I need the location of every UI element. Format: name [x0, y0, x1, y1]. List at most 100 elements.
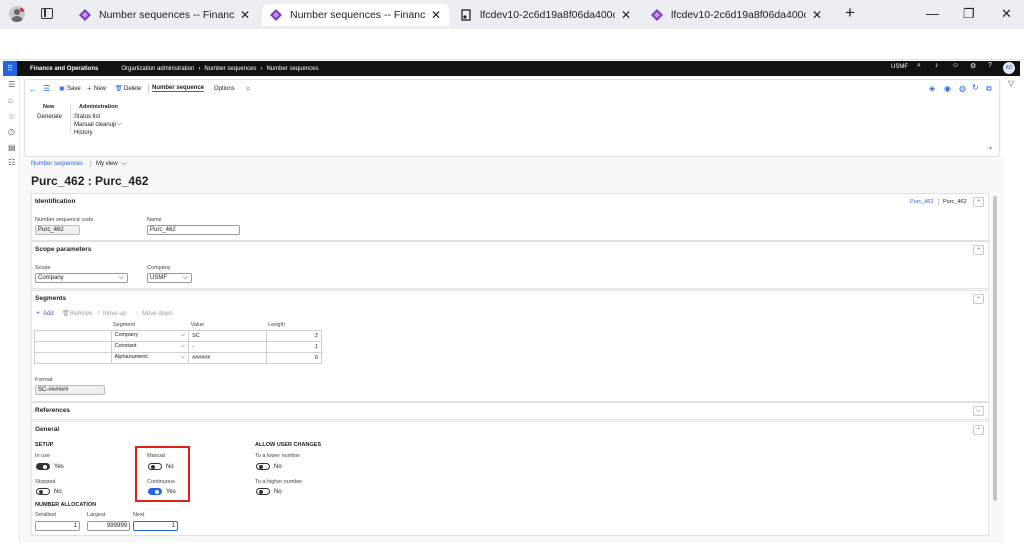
workspace-icon[interactable]: ▤	[8, 143, 16, 152]
largest-field[interactable]: 999999	[87, 521, 130, 531]
value-cell[interactable]: SC	[188, 329, 267, 342]
page-breadcrumb-link[interactable]: Number sequences	[31, 161, 83, 167]
value-cell[interactable]: ######	[188, 351, 267, 364]
column-header-segment[interactable]: Segment	[111, 321, 189, 330]
column-header-value[interactable]: Value	[189, 321, 267, 330]
tab-options[interactable]: Options	[214, 86, 235, 92]
collapse-section-button[interactable]: ⌃	[973, 425, 984, 435]
stopped-toggle[interactable]	[36, 488, 50, 495]
arrow-up-icon[interactable]: ↑	[97, 310, 100, 316]
expand-section-button[interactable]: ⌵	[973, 406, 984, 416]
close-tab-icon[interactable]: ✕	[431, 8, 441, 22]
remove-segment-button[interactable]: Remove	[70, 311, 92, 317]
segment-cell[interactable]: Company ⌵	[110, 329, 190, 342]
browser-tab-active[interactable]: Number sequences -- Finance and Operatio…	[262, 4, 449, 26]
save-icon[interactable]: ▣	[59, 85, 65, 92]
length-cell[interactable]: 2	[265, 329, 323, 342]
minimize-button[interactable]: —	[926, 6, 939, 21]
browser-tab[interactable]: Number sequences -- Finance and Operatio…	[71, 4, 258, 26]
add-icon[interactable]: +	[36, 310, 40, 317]
search-icon[interactable]: ⌕	[246, 84, 250, 94]
tab-number-sequence[interactable]: Number sequence	[152, 85, 205, 92]
open-new-window-icon[interactable]: ⧉	[986, 84, 992, 94]
app-launcher-icon[interactable]: ⠿	[3, 61, 17, 76]
row-selector[interactable]	[34, 329, 112, 342]
close-tab-icon[interactable]: ✕	[812, 8, 822, 22]
segment-cell[interactable]: Alphanumeric ⌵	[110, 351, 190, 364]
breadcrumb-item[interactable]: Number sequences	[204, 66, 256, 72]
chevron-down-icon[interactable]: ⌵	[181, 343, 185, 350]
add-segment-button[interactable]: Add	[43, 311, 54, 317]
trash-icon[interactable]: 🗑	[115, 85, 123, 92]
breadcrumb-item[interactable]: Organization administration	[121, 66, 194, 72]
history-button[interactable]: History	[74, 130, 93, 136]
search-icon[interactable]: ⌕	[917, 62, 921, 70]
new-tab-button[interactable]: +	[845, 3, 855, 23]
scope-dropdown[interactable]: Company	[35, 273, 128, 283]
move-down-button[interactable]: Move down	[142, 311, 173, 317]
breadcrumb-item[interactable]: Number sequences	[266, 66, 318, 72]
chevron-down-icon[interactable]: ⌵	[181, 354, 185, 361]
close-tab-icon[interactable]: ✕	[240, 8, 250, 22]
close-window-button[interactable]: ✕	[1001, 6, 1012, 22]
home-icon[interactable]: ⌂	[8, 96, 13, 105]
delete-button[interactable]: Delete	[124, 86, 141, 92]
table-row[interactable]: Constant ⌵ - 1	[34, 340, 323, 353]
length-cell[interactable]: 1	[265, 340, 323, 353]
section-header[interactable]: References	[35, 407, 70, 414]
bell-icon[interactable]: ♪	[935, 62, 939, 69]
segment-cell[interactable]: Constant ⌵	[110, 340, 190, 353]
to-higher-number-toggle[interactable]	[256, 488, 270, 495]
filter-icon[interactable]: ▽	[1008, 79, 1014, 88]
save-button[interactable]: Save	[67, 86, 81, 92]
list-view-icon[interactable]: ☰	[43, 84, 50, 93]
row-selector[interactable]	[34, 351, 112, 364]
vertical-scrollbar[interactable]	[993, 196, 997, 501]
browser-tab[interactable]: lfcdev10-2c6d19a8f06da400cdevaos.axcloud…	[452, 4, 639, 26]
refresh-icon[interactable]: ↻	[972, 83, 979, 92]
format-field[interactable]: SC-######	[35, 385, 105, 395]
list-icon[interactable]: ☷	[8, 158, 15, 167]
browser-tab[interactable]: lfcdev10-2c6d19a8f06da400cdevaos.axcloud…	[643, 4, 830, 26]
star-icon[interactable]: ☆	[8, 112, 15, 121]
hamburger-menu-icon[interactable]: ☰	[8, 80, 15, 89]
section-header[interactable]: Identification	[35, 198, 75, 205]
avatar[interactable]: AD	[1003, 62, 1015, 74]
status-list-button[interactable]: Status list	[74, 114, 100, 120]
company-picker[interactable]: USMF	[891, 64, 908, 70]
name-field[interactable]: Purc_462	[147, 225, 240, 235]
length-cell[interactable]: 6	[265, 351, 323, 364]
clock-icon[interactable]: ◷	[8, 127, 15, 136]
arrow-down-icon[interactable]: ↓	[136, 310, 139, 316]
collapse-section-button[interactable]: ⌃	[973, 197, 984, 207]
collapse-icon[interactable]: ⌃	[987, 146, 994, 155]
next-field[interactable]: 1	[133, 521, 178, 531]
collapse-section-button[interactable]: ⌃	[973, 245, 984, 255]
add-icon[interactable]: +	[87, 84, 92, 93]
smiley-icon[interactable]: ☺	[952, 62, 959, 69]
profile-avatar-icon[interactable]	[9, 6, 25, 22]
section-header[interactable]: Scope parameters	[35, 246, 91, 253]
close-tab-icon[interactable]: ✕	[621, 8, 631, 22]
view-selector[interactable]: My view	[96, 161, 118, 167]
section-header[interactable]: General	[35, 426, 59, 433]
trash-icon[interactable]: 🗑	[62, 310, 70, 317]
table-row[interactable]: Alphanumeric ⌵ ###### 6	[34, 351, 323, 364]
collapse-section-button[interactable]: ⌃	[973, 294, 984, 304]
to-lower-number-toggle[interactable]	[256, 463, 270, 470]
smallest-field[interactable]: 1	[35, 521, 80, 531]
in-use-toggle[interactable]	[36, 463, 50, 470]
office-icon[interactable]: ◉	[944, 84, 951, 93]
restore-button[interactable]: ❐	[963, 6, 975, 22]
row-selector[interactable]	[34, 340, 112, 353]
value-cell[interactable]: -	[188, 340, 267, 353]
column-header-length[interactable]: Length	[266, 321, 321, 330]
company-dropdown[interactable]: USMF	[147, 273, 192, 283]
move-up-button[interactable]: Move up	[103, 311, 126, 317]
generate-button[interactable]: Generate	[37, 114, 62, 120]
attachment-icon[interactable]: ◍	[959, 84, 966, 93]
chevron-down-icon[interactable]: ⌵	[181, 332, 185, 339]
table-row[interactable]: Company ⌵ SC 2	[34, 329, 323, 342]
app-title[interactable]: Finance and Operations	[30, 66, 98, 72]
tab-actions-icon[interactable]	[41, 8, 53, 19]
